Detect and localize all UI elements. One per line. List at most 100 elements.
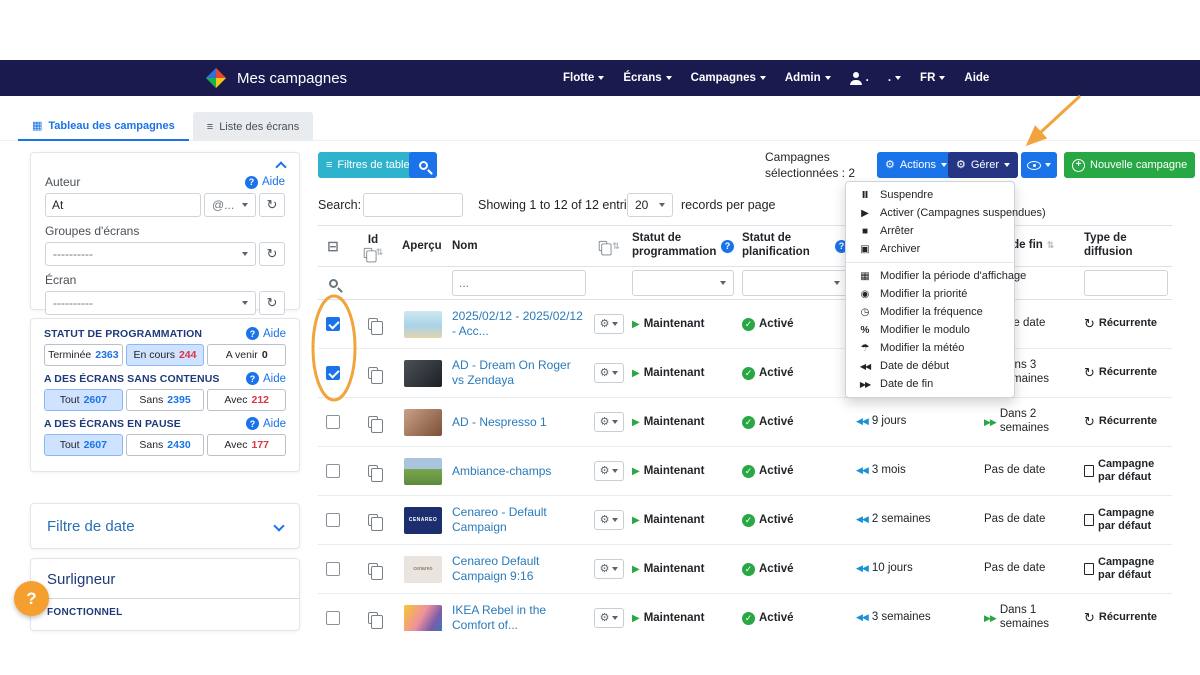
campaign-name-link[interactable]: Ambiance-champs [452, 464, 551, 479]
copy-id-icon[interactable] [368, 416, 378, 428]
row-checkbox[interactable] [326, 317, 340, 331]
col-statut-planification[interactable]: Statut de planification [742, 232, 831, 260]
filter-button-avec[interactable]: Avec177 [207, 434, 286, 456]
campaign-name-link[interactable]: AD - Dream On Roger vs Zendaya [452, 358, 586, 388]
chevron-down-icon[interactable] [273, 520, 284, 531]
row-settings-dropdown[interactable]: ⚙ [594, 363, 624, 383]
menu-item-periode[interactable]: ▦Modifier la période d'affichage [846, 267, 1014, 285]
campaign-thumbnail[interactable]: CENAREO [404, 507, 442, 534]
prog-filter-select[interactable] [632, 270, 734, 296]
campaign-name-link[interactable]: IKEA Rebel in the Comfort of... [452, 603, 586, 631]
campaign-thumbnail[interactable] [404, 605, 442, 632]
row-settings-dropdown[interactable]: ⚙ [594, 412, 624, 432]
author-input[interactable] [45, 193, 201, 217]
col-type-diffusion[interactable]: Type de diffusion [1084, 232, 1168, 260]
copy-icon[interactable] [363, 247, 372, 257]
type-filter-input[interactable] [1084, 270, 1168, 296]
row-checkbox[interactable] [326, 611, 340, 625]
campaign-thumbnail[interactable] [404, 409, 442, 436]
aide-link[interactable]: ? Aide [245, 176, 285, 189]
campaign-name-link[interactable]: 2025/02/12 - 2025/02/12 - Acc... [452, 309, 586, 339]
date-filter-card[interactable]: Filtre de date [30, 503, 300, 549]
refresh-button[interactable]: ↻ [259, 242, 285, 266]
row-checkbox[interactable] [326, 464, 340, 478]
row-settings-dropdown[interactable]: ⚙ [594, 461, 624, 481]
menu-item-modulo[interactable]: %Modifier le modulo [846, 321, 1014, 339]
sort-icon[interactable]: ⇅ [612, 241, 620, 252]
nav-item-user[interactable]: . [850, 72, 869, 85]
campaign-thumbnail[interactable] [404, 360, 442, 387]
col-id[interactable]: Id [368, 234, 378, 246]
nav-item-campagnes[interactable]: Campagnes [691, 72, 766, 84]
menu-item-priorite[interactable]: ◉Modifier la priorité [846, 285, 1014, 303]
author-at-select[interactable]: @... [204, 193, 256, 217]
row-checkbox[interactable] [326, 415, 340, 429]
screen-select[interactable]: ---------- [45, 291, 256, 315]
question-icon[interactable]: ? [721, 240, 734, 253]
row-checkbox[interactable] [326, 366, 340, 380]
tab-tableau-des-campagnes[interactable]: ▦ Tableau des campagnes [18, 112, 189, 141]
filter-button-tout[interactable]: Tout2607 [44, 389, 123, 411]
sort-icon[interactable]: ⇅ [376, 247, 384, 258]
filter-button-sans[interactable]: Sans2430 [126, 434, 205, 456]
menu-item-frequence[interactable]: ◷Modifier la fréquence [846, 303, 1014, 321]
chevron-up-icon[interactable] [275, 161, 286, 172]
filter-button-avec[interactable]: Avec212 [207, 389, 286, 411]
copy-id-icon[interactable] [368, 465, 378, 477]
page-size-select[interactable]: 20 [627, 193, 673, 217]
col-nom[interactable]: Nom [452, 240, 478, 252]
campaign-thumbnail[interactable]: cenareo [404, 556, 442, 583]
visibility-dropdown-button[interactable] [1021, 152, 1057, 178]
row-settings-dropdown[interactable]: ⚙ [594, 608, 624, 628]
table-filters-button[interactable]: ≡ Filtres de table [318, 152, 418, 178]
plan-filter-select[interactable] [742, 270, 848, 296]
menu-item-meteo[interactable]: ☂Modifier la météo [846, 339, 1014, 357]
campaign-name-link[interactable]: Cenareo Default Campaign 9:16 [452, 554, 586, 584]
aide-link[interactable]: ?Aide [246, 417, 286, 430]
sort-icon[interactable]: ⇅ [1047, 240, 1055, 251]
refresh-button[interactable]: ↻ [259, 193, 285, 217]
nav-item-admin[interactable]: Admin [785, 72, 831, 84]
menu-item-suspendre[interactable]: ⅡSuspendre [846, 186, 1014, 204]
search-button[interactable] [409, 152, 437, 178]
row-settings-dropdown[interactable]: ⚙ [594, 559, 624, 579]
screen-groups-select[interactable]: ---------- [45, 242, 256, 266]
campaign-name-link[interactable]: AD - Nespresso 1 [452, 415, 547, 430]
help-bubble-button[interactable]: ? [14, 581, 49, 616]
row-settings-dropdown[interactable]: ⚙ [594, 314, 624, 334]
select-all-checkbox[interactable]: ⊟ [327, 238, 339, 255]
search-input[interactable] [363, 193, 463, 217]
nav-item-aide[interactable]: Aide [964, 72, 989, 84]
menu-item-activer[interactable]: ▶Activer (Campagnes suspendues) [846, 204, 1014, 222]
row-checkbox[interactable] [326, 562, 340, 576]
tab-liste-des-ecrans[interactable]: ≡ Liste des écrans [193, 112, 314, 141]
menu-item-archiver[interactable]: ▣Archiver [846, 240, 1014, 258]
col-statut-programmation[interactable]: Statut de programmation [632, 232, 717, 260]
copy-id-icon[interactable] [368, 514, 378, 526]
aide-link[interactable]: ?Aide [246, 327, 286, 340]
campaign-name-link[interactable]: Cenareo - Default Campaign [452, 505, 586, 535]
copy-id-icon[interactable] [368, 563, 378, 575]
menu-item-date-fin[interactable]: ▶▶Date de fin [846, 375, 1014, 393]
gerer-button[interactable]: ⚙ Gérer [948, 152, 1018, 178]
menu-item-arreter[interactable]: ■Arrêter [846, 222, 1014, 240]
copy-id-icon[interactable] [368, 367, 378, 379]
campaign-thumbnail[interactable] [404, 458, 442, 485]
nav-item-lang[interactable]: FR [920, 72, 945, 84]
nom-filter-input[interactable] [452, 270, 586, 296]
new-campaign-button[interactable]: + Nouvelle campagne [1064, 152, 1195, 178]
nav-item-ecrans[interactable]: Écrans [623, 72, 671, 84]
filter-button-a-venir[interactable]: A venir0 [207, 344, 286, 366]
campaign-thumbnail[interactable] [404, 311, 442, 338]
filter-button-tout[interactable]: Tout2607 [44, 434, 123, 456]
filter-button-sans[interactable]: Sans2395 [126, 389, 205, 411]
copy-id-icon[interactable] [368, 318, 378, 330]
menu-item-date-debut[interactable]: ◀◀Date de début [846, 357, 1014, 375]
nav-item-flotte[interactable]: Flotte [563, 72, 604, 84]
filter-button-en-cours[interactable]: En cours244 [126, 344, 205, 366]
actions-button[interactable]: ⚙ Actions [877, 152, 955, 178]
row-checkbox[interactable] [326, 513, 340, 527]
row-settings-dropdown[interactable]: ⚙ [594, 510, 624, 530]
nav-item-account[interactable]: . [888, 72, 901, 84]
copy-id-icon[interactable] [368, 612, 378, 624]
